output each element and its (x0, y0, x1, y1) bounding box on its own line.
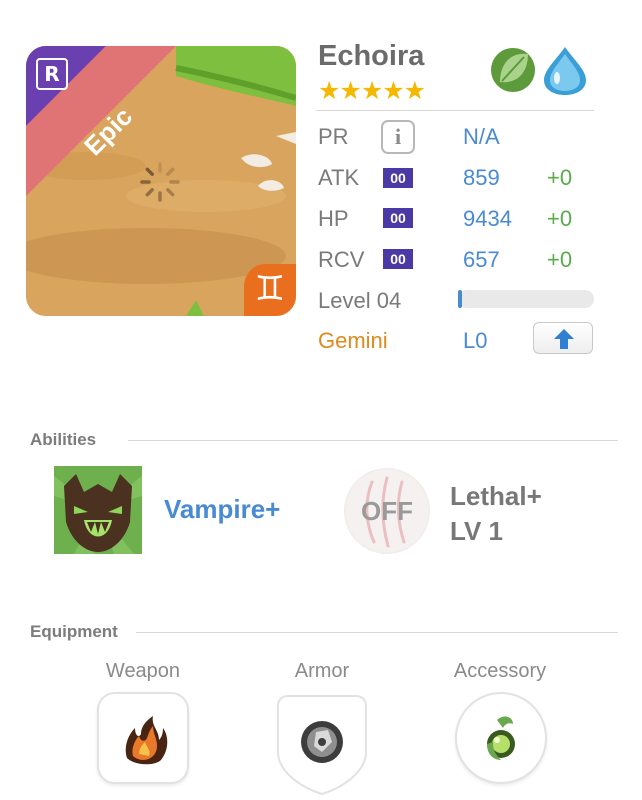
pr-label: PR (318, 124, 349, 149)
leader-ability-level: LV 1 (450, 516, 503, 546)
level-label: Level 04 (318, 288, 402, 313)
rcv-label: RCV (318, 247, 365, 272)
divider (128, 440, 618, 441)
divider (136, 632, 618, 633)
star-rating: ★★★★★ (318, 76, 426, 105)
vampire-ability-icon[interactable] (54, 466, 142, 554)
flame-weapon-icon (125, 716, 168, 765)
rank-icon: R (36, 58, 68, 90)
atk-bonus: +0 (547, 165, 573, 190)
gemini-zodiac-icon: ♊ (244, 264, 296, 316)
weapon-label: Weapon (105, 660, 181, 682)
gear-armor-icon (301, 721, 343, 763)
weapon-slot[interactable] (97, 692, 189, 784)
hp-label: HP (318, 206, 349, 231)
equipment-section-title: Equipment (30, 622, 118, 641)
hp-bonus: +0 (547, 206, 573, 231)
leaf-element-icon (491, 48, 535, 92)
leader-ability-name: Lethal+ (450, 481, 542, 511)
atk-value: 859 (463, 165, 500, 190)
armor-slot[interactable] (276, 692, 368, 796)
rcv-value: 657 (463, 247, 500, 272)
rcv-boost-badge: 00 (383, 249, 413, 269)
water-element-icon (544, 47, 586, 95)
level-progress-bar (458, 290, 594, 308)
hp-value: 9434 (463, 206, 512, 231)
zodiac-name: Gemini (318, 328, 388, 353)
leaf-orb-accessory-icon (487, 716, 515, 760)
zodiac-upgrade-button[interactable] (533, 322, 593, 354)
divider (316, 110, 594, 111)
zodiac-level: L0 (463, 328, 488, 353)
arrow-up-icon (554, 329, 574, 349)
monster-portrait[interactable]: R Epic ♊ (26, 46, 296, 316)
atk-label: ATK (318, 165, 360, 190)
leader-ability-toggle[interactable]: OFF (344, 468, 430, 554)
accessory-slot[interactable] (455, 692, 547, 784)
armor-label: Armor (294, 660, 350, 682)
leader-ability-state: OFF (361, 496, 413, 526)
active-ability-name: Vampire+ (164, 494, 281, 524)
element-icons (490, 44, 590, 101)
atk-boost-badge: 00 (383, 168, 413, 188)
monster-name: Echoira (318, 40, 425, 72)
pr-value: N/A (463, 124, 500, 149)
rcv-bonus: +0 (547, 247, 573, 272)
info-icon[interactable]: i (381, 120, 415, 154)
level-progress-fill (458, 290, 463, 308)
hp-boost-badge: 00 (383, 208, 413, 228)
abilities-section-title: Abilities (30, 430, 97, 449)
loading-spinner-icon (140, 162, 180, 202)
accessory-label: Accessory (453, 660, 547, 682)
